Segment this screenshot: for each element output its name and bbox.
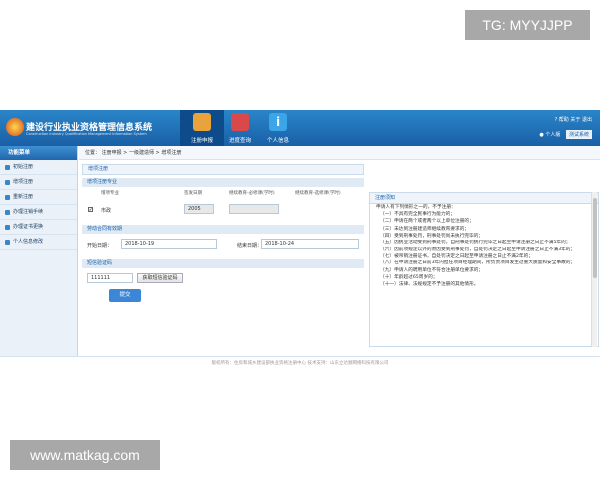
notice-line: （二）申请在两个或者两个以上单位注册的； [380, 219, 474, 225]
info-icon: i [269, 113, 287, 131]
user-label: 个人版 [545, 132, 561, 138]
notice-panel: 注册须知 申请人有下列情形之一的，不予注册： （一）不具有完全民事行为能力的； … [369, 192, 599, 347]
section-major: 增项注册专业 [82, 178, 364, 187]
sidebar-item-cancel[interactable]: 办理注销手续 [0, 205, 77, 220]
start-date-input[interactable]: 2018-10-19 [121, 239, 217, 249]
sidebar-title: 功能菜单 [0, 146, 77, 160]
sidebar-item-profile[interactable]: 个人信息修改 [0, 235, 77, 250]
emblem-icon [6, 118, 24, 136]
end-date-label: 结束日期： [237, 243, 263, 249]
major-checkbox[interactable]: ✔ [88, 207, 93, 212]
header-date: 签发日期 [184, 191, 202, 196]
end-date-input[interactable]: 2018-10-24 [261, 239, 359, 249]
sms-code-input[interactable]: 111111 [87, 273, 133, 283]
logout-button[interactable]: 测试系统 [565, 130, 592, 139]
notice-title: 注册须知 [370, 193, 598, 204]
required-hours-field[interactable] [229, 204, 279, 214]
form-title: 增项注册 [82, 164, 364, 175]
footer: 版权所有：住房和城乡建设部执业资格注册中心 技术支持：山东立达顺网络科技有限公司 [0, 356, 600, 370]
notice-line: （一）不具有完全民事行为能力的； [380, 212, 456, 218]
sidebar-item-initial[interactable]: 初始注册 [0, 160, 77, 175]
notice-line: （五）因执业活动受到刑事处罚，自刑事处罚执行完毕之日起至申请注册之日止不满5年的… [380, 240, 571, 246]
notice-line: （九）申请人的聘用单位不符合注册单位要求的； [380, 267, 484, 273]
user-box: ● 个人版 测试系统 [539, 130, 592, 139]
sidebar-item-add[interactable]: 增项注册 [0, 175, 77, 190]
app-header: 建设行业执业资格管理信息系统 Construction Industry Qua… [0, 110, 600, 146]
nav-personal[interactable]: i 个人信息 [256, 110, 300, 146]
scrollbar-thumb[interactable] [593, 198, 597, 278]
watermark-top: TG: MYYJJPP [465, 10, 590, 40]
section-contract: 劳动合同有效期 [82, 225, 364, 234]
app-window: 建设行业执业资格管理信息系统 Construction Industry Qua… [0, 110, 600, 370]
nav-personal-label: 个人信息 [266, 138, 289, 144]
notice-line: （三）未达到注册建造师继续教育要求的； [380, 226, 470, 232]
section-sms: 短信验证码 [82, 259, 364, 268]
watermark-bottom: www.matkag.com [10, 440, 160, 470]
notice-line: （七）被吊销注册证书，自处罚决定之日起至申请注册之日止不满2年的； [380, 254, 533, 260]
header-elective: 继续教育-选修课(学时) [295, 191, 341, 196]
main-content: 位置： 注册申报 > 一级建造师 > 增项注册 增项注册 增项注册专业 增项专业… [79, 146, 600, 356]
notice-line: （四）受到刑事处罚，刑事处罚尚未执行完毕的； [380, 233, 484, 239]
user-icon: ● [539, 132, 544, 138]
sidebar-item-reregister[interactable]: 重新注册 [0, 190, 77, 205]
scrollbar[interactable] [591, 192, 597, 347]
notice-line: 申请人有下列情形之一的，不予注册： [376, 205, 456, 210]
sidebar-item-renew-cert[interactable]: 办理证书更换 [0, 220, 77, 235]
notice-line: （十一）法律、法规规定不予注册的其他情形。 [380, 282, 479, 288]
header-major: 增项专业 [101, 191, 119, 196]
breadcrumb: 位置： 注册申报 > 一级建造师 > 增项注册 [79, 146, 600, 160]
start-date-label: 开始日期： [87, 243, 113, 249]
monitor-icon [231, 113, 249, 131]
notice-line: （十）年龄超过65周岁的； [380, 274, 438, 280]
major-name: 市政 [101, 208, 112, 214]
header-required: 继续教育-必修课(学时) [229, 191, 275, 196]
sidebar: 功能菜单 初始注册 增项注册 重新注册 办理注销手续 办理证书更换 个人信息修改 [0, 146, 78, 356]
issue-date-field: 2005 [184, 204, 214, 214]
get-sms-code-button[interactable]: 获取短信验证码 [137, 273, 183, 283]
system-subtitle: Construction Industry Qualification Mana… [26, 132, 147, 136]
notice-line: （八）在申请注册之日前3年内担任项目经理期间，所负责项目发生过重大质量和安全事故… [380, 260, 576, 266]
top-links[interactable]: ? 帮助 关于 退出 [555, 116, 592, 123]
document-icon [193, 113, 211, 131]
submit-button[interactable]: 提交 [109, 289, 141, 302]
